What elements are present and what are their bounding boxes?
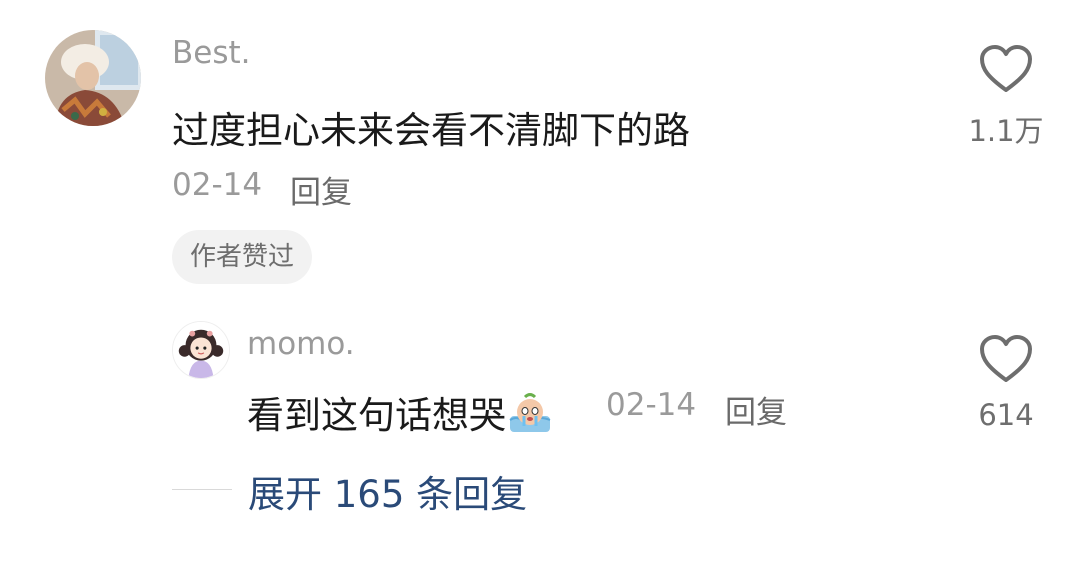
comment-date: 02-14 xyxy=(172,167,263,203)
comment-text: 过度担心未来会看不清脚下的路 xyxy=(172,109,690,152)
avatar[interactable] xyxy=(45,30,141,126)
crying-emoji-icon xyxy=(508,392,552,434)
reply-username[interactable]: momo. xyxy=(247,326,355,362)
avatar[interactable] xyxy=(172,321,230,379)
author-liked-badge: 作者赞过 xyxy=(172,230,313,284)
divider xyxy=(172,489,232,490)
heart-icon[interactable] xyxy=(978,44,1034,94)
expand-replies-button[interactable]: 展开 165 条回复 xyxy=(248,464,527,518)
like-count: 614 xyxy=(978,398,1034,432)
heart-icon[interactable] xyxy=(978,334,1034,384)
reply-date: 02-14 xyxy=(606,387,697,423)
comment-username[interactable]: Best. xyxy=(172,35,251,71)
reply-text: 看到这句话想哭 xyxy=(247,385,552,439)
reply-button[interactable]: 回复 xyxy=(725,387,787,432)
reply-button[interactable]: 回复 xyxy=(290,167,352,212)
like-count: 1.1万 xyxy=(968,114,1044,148)
